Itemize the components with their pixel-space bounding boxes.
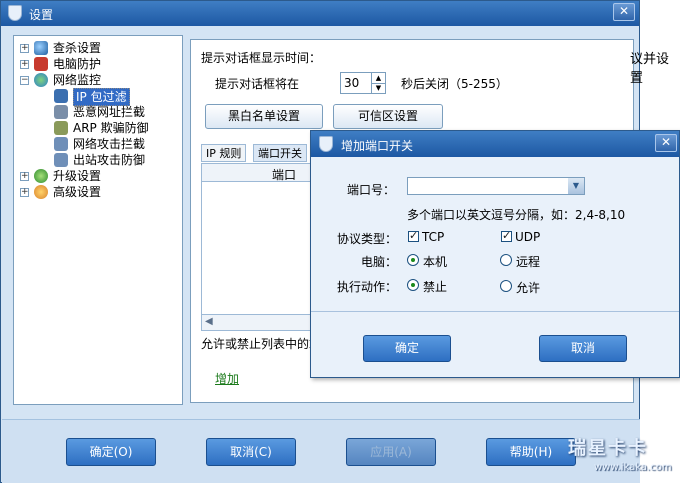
- computer-label: 电脑：: [361, 255, 398, 269]
- local-label[interactable]: 本机: [423, 253, 447, 270]
- port-hint: 多个端口以英文逗号分隔，如：2,4-8,10: [407, 208, 626, 222]
- tree-item-label: 高级设置: [53, 185, 102, 199]
- remote-label[interactable]: 远程: [516, 253, 540, 270]
- watermark-url: www.ikaka.com: [594, 462, 672, 473]
- local-radio[interactable]: [407, 254, 419, 266]
- tree-item-label: 查杀设置: [53, 41, 102, 55]
- tree-item-label: 网络攻击拦截: [73, 137, 146, 151]
- prompt-seconds-stepper[interactable]: 30 ▲ ▼: [340, 72, 386, 94]
- watermark-logo: 瑞星卡卡 www.ikaka.com: [548, 432, 680, 482]
- tcp-label[interactable]: TCP: [422, 230, 444, 244]
- tree-item-label: 升级设置: [53, 169, 102, 183]
- update-icon: [34, 169, 48, 183]
- settings-tree: + 查杀设置 + 电脑防护 − 网络监控 IP 包过滤 恶意网址拦截 ARP 欺…: [13, 35, 183, 405]
- dialog-title: 增加端口开关: [341, 139, 414, 153]
- prompt-heading: 提示对话框显示时间：: [201, 51, 322, 65]
- prompt-prefix: 提示对话框将在: [215, 77, 300, 91]
- title-bar[interactable]: 设置 ✕: [1, 1, 639, 26]
- ok-button[interactable]: 确定(O): [66, 438, 156, 466]
- collapse-icon[interactable]: −: [20, 76, 29, 85]
- expand-icon[interactable]: +: [20, 44, 29, 53]
- tcp-checkbox[interactable]: [408, 229, 419, 242]
- spin-up-icon[interactable]: ▲: [371, 73, 385, 83]
- monitor-icon: [54, 153, 68, 167]
- bottom-button-bar: 确定(O) 取消(C) 应用(A) 帮助(H): [2, 419, 640, 483]
- udp-checkbox[interactable]: [501, 229, 512, 242]
- udp-label[interactable]: UDP: [515, 230, 540, 244]
- background-window-text: 议并设置: [630, 52, 670, 86]
- expand-icon[interactable]: +: [20, 188, 29, 197]
- tree-item-label: 出站攻击防御: [73, 153, 146, 167]
- expand-icon[interactable]: +: [20, 60, 29, 69]
- dialog-title-bar[interactable]: 增加端口开关 ✕: [311, 131, 679, 157]
- tree-item-label: 网络监控: [53, 73, 102, 87]
- add-port-dialog: 增加端口开关 ✕ 端口号： ▼ 多个端口以英文逗号分隔，如：2,4-8,10 协…: [310, 130, 680, 378]
- expand-icon[interactable]: +: [20, 172, 29, 181]
- dialog-ok-button[interactable]: 确定: [363, 335, 451, 362]
- port-label: 端口号：: [347, 183, 396, 197]
- dialog-cancel-button[interactable]: 取消: [539, 335, 627, 362]
- remote-radio[interactable]: [500, 254, 512, 266]
- protocol-label: 协议类型：: [337, 232, 398, 246]
- tree-item-label: 恶意网址拦截: [73, 105, 146, 119]
- blackwhite-list-button[interactable]: 黑白名单设置: [205, 104, 323, 129]
- tree-item-label: ARP 欺骗防御: [73, 121, 149, 135]
- dialog-close-button[interactable]: ✕: [655, 134, 677, 152]
- prompt-suffix: 秒后关闭（5-255）: [401, 77, 508, 91]
- shield-icon: [319, 136, 333, 152]
- add-link[interactable]: 增加: [215, 370, 239, 387]
- allow-label[interactable]: 允许: [516, 279, 540, 296]
- scroll-left-icon[interactable]: ◀: [205, 316, 213, 327]
- deny-radio[interactable]: [407, 279, 419, 291]
- filter-icon: [54, 89, 68, 103]
- port-input[interactable]: ▼: [407, 177, 585, 195]
- tree-item-label: 电脑防护: [53, 57, 102, 71]
- deny-label[interactable]: 禁止: [423, 278, 447, 295]
- user-icon: [54, 121, 68, 135]
- tab-port-switch[interactable]: 端口开关: [253, 144, 307, 162]
- gear-icon: [34, 185, 48, 199]
- chevron-down-icon[interactable]: ▼: [568, 178, 584, 194]
- spin-down-icon[interactable]: ▼: [371, 83, 385, 93]
- watermark-brand: 瑞星卡卡: [568, 438, 648, 459]
- shield-icon: [34, 57, 48, 71]
- prompt-seconds-value[interactable]: 30: [344, 76, 359, 90]
- monitor-icon: [54, 137, 68, 151]
- dialog-divider: [311, 311, 679, 312]
- cancel-button[interactable]: 取消(C): [206, 438, 296, 466]
- monitor-icon: [54, 105, 68, 119]
- allow-radio[interactable]: [500, 280, 512, 292]
- tab-ip-rules[interactable]: IP 规则: [201, 144, 247, 162]
- close-button[interactable]: ✕: [613, 3, 635, 21]
- list-footer-text: 允许或禁止列表中的端: [201, 337, 322, 351]
- apply-button[interactable]: 应用(A): [346, 438, 436, 466]
- action-label: 执行动作：: [337, 280, 398, 294]
- window-title: 设置: [29, 8, 54, 22]
- column-header-port[interactable]: 端口: [272, 166, 296, 183]
- magnifier-icon: [34, 41, 48, 55]
- trusted-zone-button[interactable]: 可信区设置: [333, 104, 443, 129]
- globe-icon: [34, 73, 48, 87]
- shield-icon: [8, 5, 22, 21]
